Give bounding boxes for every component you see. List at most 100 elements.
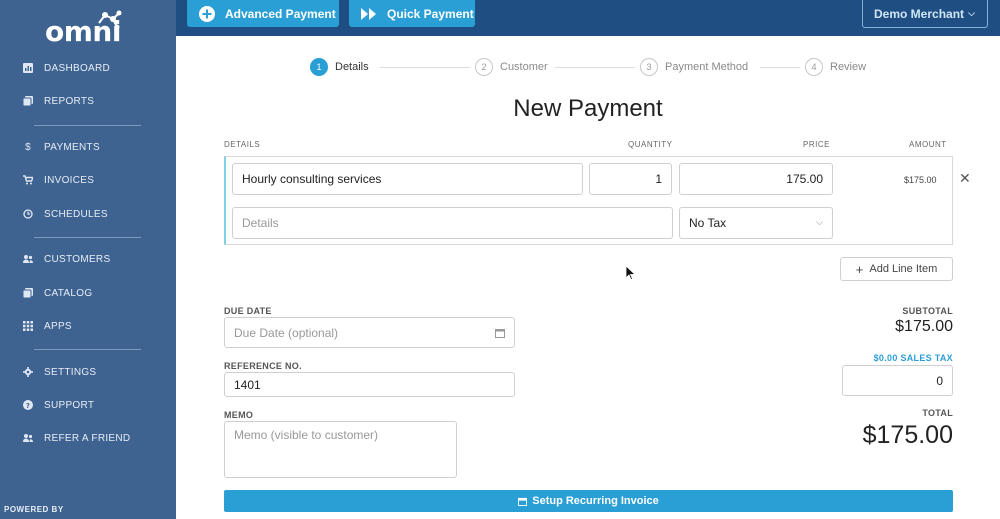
sidebar-item-label: REPORTS	[44, 95, 95, 107]
step-connector	[380, 67, 470, 68]
due-date-label: DUE DATE	[224, 306, 272, 316]
line-item-description-input[interactable]: Hourly consulting services	[232, 163, 583, 195]
step-connector	[555, 67, 635, 68]
step-details[interactable]: 1 Details	[310, 58, 369, 76]
add-line-item-label: Add Line Item	[869, 263, 938, 275]
catalog-icon	[22, 287, 34, 299]
refer-icon	[22, 432, 34, 444]
sidebar-divider	[34, 349, 141, 350]
step-connector	[760, 67, 800, 68]
step-label: Review	[830, 61, 867, 73]
sidebar-item-payments[interactable]: $ PAYMENTS	[0, 135, 176, 159]
sidebar-item-label: APPS	[44, 320, 72, 332]
advanced-payment-button[interactable]: Advanced Payment	[187, 0, 339, 27]
tax-select[interactable]: No Tax ⌵	[679, 207, 833, 239]
sidebar-item-label: REFER A FRIEND	[44, 432, 131, 444]
topbar: Advanced Payment Quick Payment Demo Merc…	[176, 0, 1000, 36]
subtotal-value: $175.00	[895, 318, 953, 335]
step-review[interactable]: 4 Review	[805, 58, 866, 76]
sales-tax-input[interactable]: 0	[842, 365, 953, 396]
sidebar-item-invoices[interactable]: INVOICES	[0, 168, 176, 192]
step-customer[interactable]: 2 Customer	[475, 58, 548, 76]
due-date-placeholder: Due Date (optional)	[234, 325, 339, 340]
sidebar-item-catalog[interactable]: CATALOG	[0, 281, 176, 305]
line-item-details-input[interactable]: Details	[232, 207, 673, 239]
reference-input[interactable]: 1401	[224, 372, 515, 397]
chevron-down-icon: ⌵	[816, 217, 823, 227]
help-icon: ?	[22, 399, 34, 411]
sidebar-item-label: SETTINGS	[44, 366, 97, 378]
network-icon	[98, 10, 122, 30]
sidebar: omni DASHBOARD REPORTS $ PAYMENTS INVOIC…	[0, 0, 176, 519]
sidebar-item-refer-a-friend[interactable]: REFER A FRIEND	[0, 426, 176, 450]
page-title: New Payment	[513, 95, 663, 122]
line-item-amount: $175.00	[904, 175, 937, 185]
sidebar-item-apps[interactable]: APPS	[0, 314, 176, 338]
column-header-price: PRICE	[803, 140, 830, 149]
svg-text:?: ?	[26, 402, 30, 410]
total-value: $175.00	[862, 421, 953, 449]
column-header-details: DETAILS	[224, 140, 261, 149]
sidebar-item-label: INVOICES	[44, 174, 95, 186]
sidebar-item-support[interactable]: ? SUPPORT	[0, 393, 176, 417]
line-item-row: Hourly consulting services 1 175.00 $175…	[224, 156, 953, 245]
quick-payment-button[interactable]: Quick Payment	[349, 0, 475, 27]
clock-icon	[22, 208, 34, 220]
memo-label: MEMO	[224, 410, 254, 420]
sidebar-item-label: DASHBOARD	[44, 62, 111, 74]
sidebar-item-label: CUSTOMERS	[44, 253, 111, 265]
setup-recurring-invoice-label: Setup Recurring Invoice	[532, 495, 659, 507]
sidebar-item-label: CATALOG	[44, 287, 93, 299]
dollar-icon: $	[25, 141, 31, 153]
sidebar-divider	[34, 125, 141, 126]
main-content: 1 Details 2 Customer 3 Payment Method 4 …	[176, 36, 1000, 519]
cart-icon	[22, 174, 34, 186]
remove-line-item-icon[interactable]: ✕	[959, 170, 971, 187]
add-line-item-button[interactable]: + Add Line Item	[840, 257, 953, 281]
quick-payment-label: Quick Payment	[387, 6, 474, 21]
memo-textarea[interactable]: Memo (visible to customer)	[224, 421, 457, 478]
step-indicator: 1 Details 2 Customer 3 Payment Method 4 …	[310, 58, 870, 78]
gear-icon	[22, 366, 34, 378]
calendar-icon	[518, 497, 528, 506]
users-icon	[22, 253, 34, 265]
sidebar-item-customers[interactable]: CUSTOMERS	[0, 247, 176, 271]
plus-icon: +	[855, 261, 864, 277]
sales-tax-label[interactable]: $0.00 SALES TAX	[874, 353, 953, 363]
step-label: Customer	[500, 61, 548, 73]
merchant-dropdown[interactable]: Demo Merchant ⌵	[862, 0, 988, 28]
step-payment-method[interactable]: 3 Payment Method	[640, 58, 748, 76]
column-header-amount: AMOUNT	[909, 140, 947, 149]
dashboard-icon	[22, 62, 34, 74]
sidebar-item-dashboard[interactable]: DASHBOARD	[0, 56, 176, 80]
total-label: TOTAL	[922, 408, 953, 418]
omni-logo[interactable]: omni	[45, 9, 135, 48]
sidebar-item-schedules[interactable]: SCHEDULES	[0, 202, 176, 226]
sidebar-item-label: PAYMENTS	[44, 141, 100, 153]
column-header-quantity: QUANTITY	[628, 140, 673, 149]
line-item-price-input[interactable]: 175.00	[679, 163, 833, 195]
step-number: 1	[310, 58, 328, 76]
step-number: 2	[475, 58, 493, 76]
setup-recurring-invoice-button[interactable]: Setup Recurring Invoice	[224, 490, 953, 512]
calendar-icon	[495, 329, 505, 338]
reference-label: REFERENCE NO.	[224, 361, 302, 371]
mouse-cursor-icon	[626, 266, 636, 280]
sidebar-item-label: SCHEDULES	[44, 208, 108, 220]
app-root: omni DASHBOARD REPORTS $ PAYMENTS INVOIC…	[0, 0, 1000, 519]
plus-circle-icon	[199, 5, 215, 22]
merchant-name: Demo Merchant	[874, 6, 965, 21]
line-item-quantity-input[interactable]: 1	[589, 163, 672, 195]
step-label: Payment Method	[665, 61, 749, 73]
due-date-input[interactable]: Due Date (optional)	[224, 317, 515, 348]
step-number: 4	[805, 58, 823, 76]
step-number: 3	[640, 58, 658, 76]
sidebar-divider	[34, 237, 141, 238]
sidebar-item-settings[interactable]: SETTINGS	[0, 360, 176, 384]
apps-grid-icon	[22, 320, 34, 332]
sidebar-item-reports[interactable]: REPORTS	[0, 89, 176, 113]
subtotal-label: SUBTOTAL	[902, 306, 953, 316]
advanced-payment-label: Advanced Payment	[225, 6, 336, 21]
powered-by-label: POWERED BY	[4, 505, 64, 514]
reports-icon	[22, 95, 34, 107]
